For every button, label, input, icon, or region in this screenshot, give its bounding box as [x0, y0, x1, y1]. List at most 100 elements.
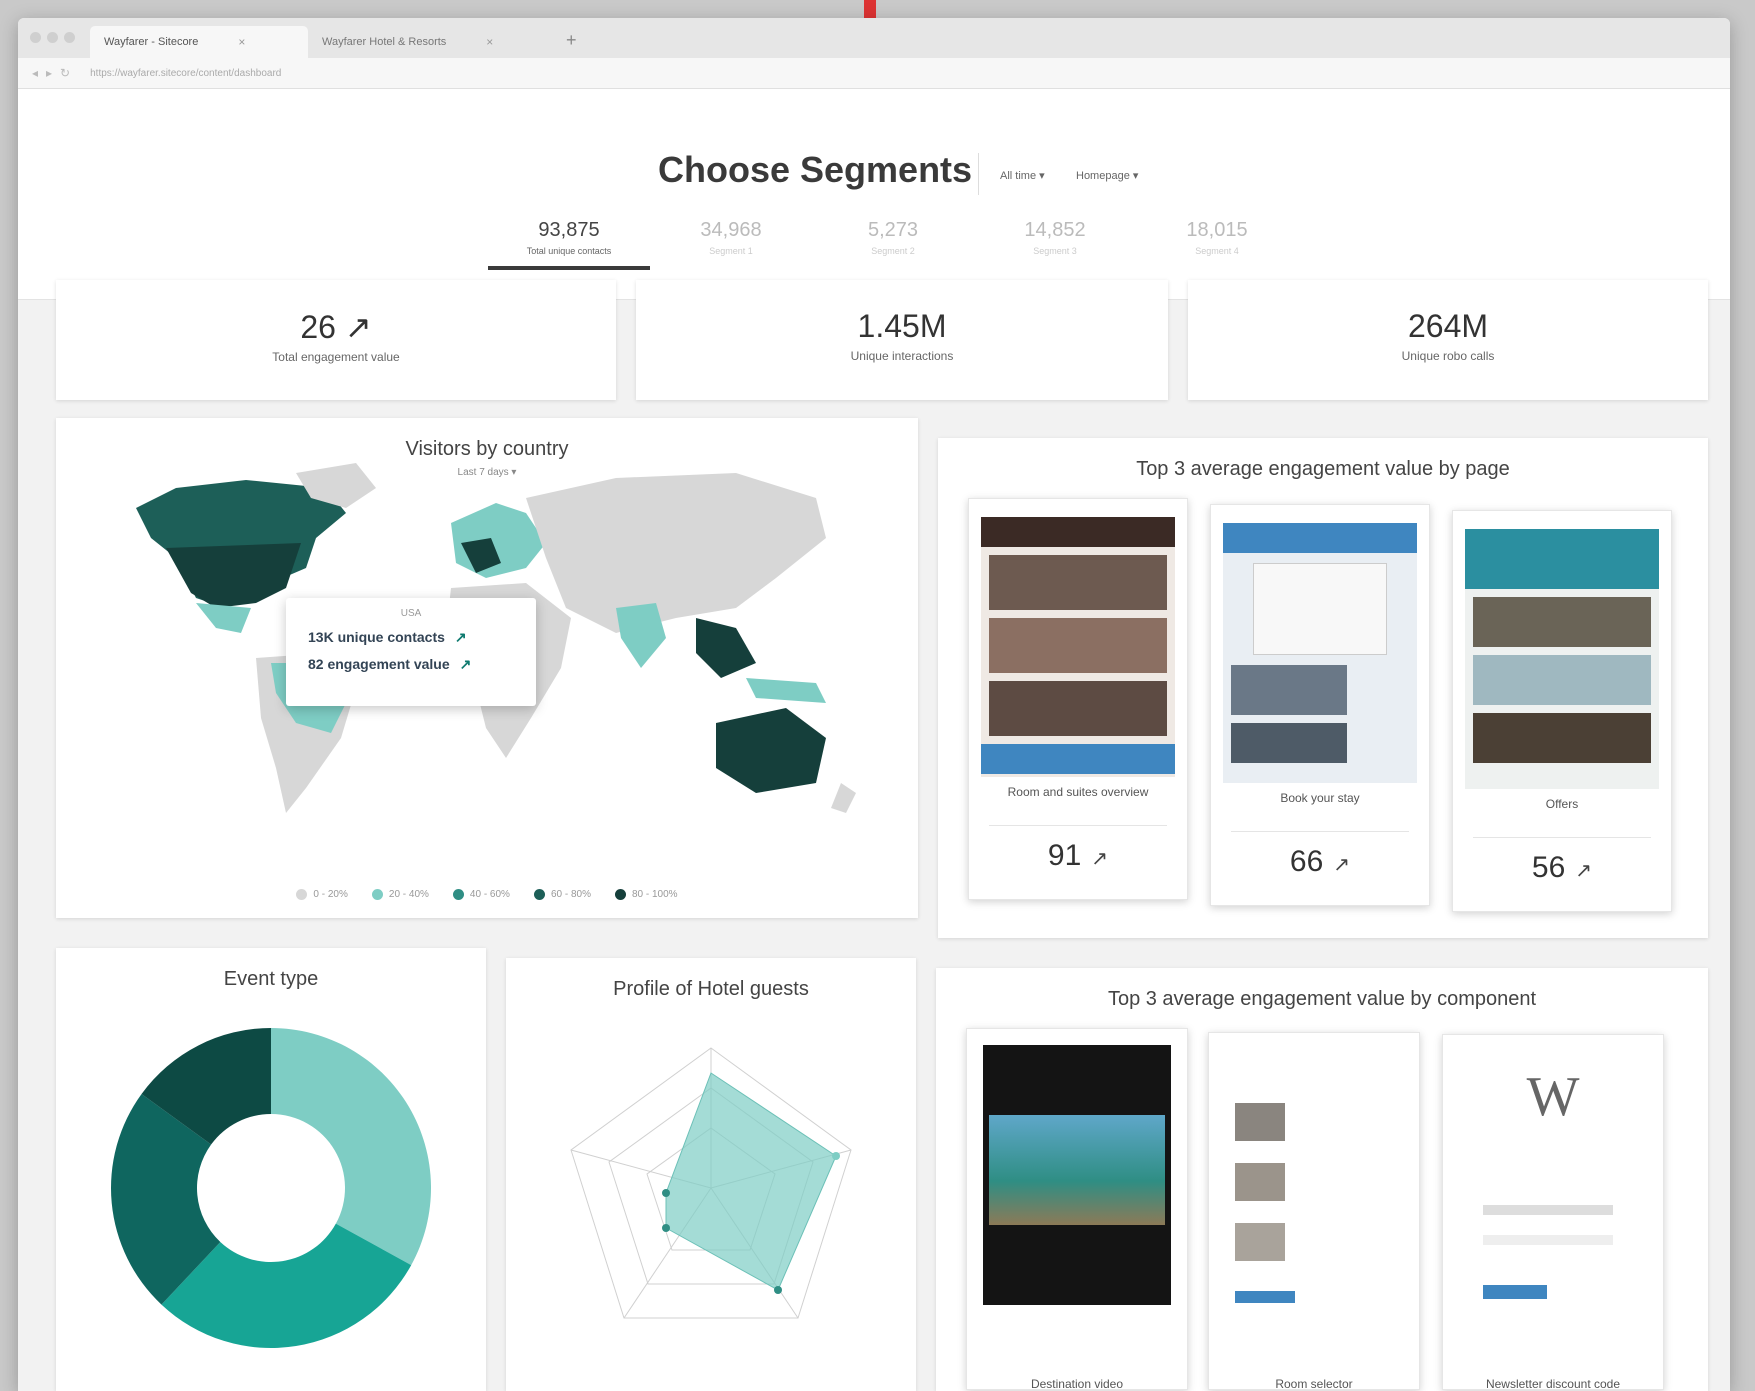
tab-bar: Wayfarer - Sitecore × Wayfarer Hotel & R… — [18, 18, 1730, 58]
page-card-offers[interactable]: Offers 56 ↗ — [1452, 510, 1672, 912]
tooltip-contacts-text: 13K unique contacts — [308, 629, 445, 645]
legend-item: 40 - 60% — [452, 888, 510, 900]
minimize-window-dot[interactable] — [47, 32, 58, 43]
new-tab-button[interactable]: + — [566, 30, 577, 51]
segment-value: 5,273 — [867, 219, 919, 241]
component-card-room-selector[interactable]: Room selector — [1208, 1032, 1420, 1391]
legend-swatch — [452, 888, 464, 900]
close-icon[interactable]: × — [238, 35, 245, 49]
kpi-value: 1.45M — [857, 308, 947, 344]
legend-swatch — [533, 888, 545, 900]
asia-region — [526, 473, 826, 633]
guest-profile-radar-chart[interactable] — [506, 1028, 916, 1388]
india-region — [616, 603, 666, 668]
page-card-rooms[interactable]: Room and suites overview 91 ↗ — [968, 498, 1188, 900]
country-tooltip: USA 13K unique contacts ↗ 82 engagement v… — [286, 598, 536, 706]
component-card-newsletter[interactable]: W Newsletter discount code — [1442, 1034, 1664, 1391]
maximize-window-dot[interactable] — [64, 32, 75, 43]
address-bar[interactable]: ◂▸↻ https://wayfarer.sitecore/content/da… — [18, 58, 1730, 89]
video-thumbnail — [983, 1045, 1171, 1305]
time-filter-dropdown[interactable]: All time ▾ — [1000, 169, 1045, 182]
browser-window: Wayfarer - Sitecore × Wayfarer Hotel & R… — [18, 18, 1730, 1391]
segment-tab-2[interactable]: 5,273 Segment 2 — [812, 219, 974, 270]
segment-label: Segment 3 — [1033, 246, 1077, 256]
tab-dashboard[interactable]: Wayfarer - Sitecore × — [90, 26, 308, 58]
tooltip-engagement-text: 82 engagement value — [308, 656, 450, 672]
radar-area — [665, 1072, 837, 1291]
divider — [1473, 837, 1651, 838]
radar-point — [662, 1189, 670, 1197]
australia-region — [716, 708, 826, 793]
segment-tab-3[interactable]: 14,852 Segment 3 — [974, 219, 1136, 270]
page-caption: Offers — [1545, 797, 1579, 811]
component-caption: Room selector — [1275, 1377, 1353, 1391]
page-screenshot — [981, 517, 1175, 777]
legend-item: 0 - 20% — [296, 888, 348, 900]
dashboard-header: Choose Segments All time ▾ Homepage ▾ 93… — [18, 89, 1730, 300]
divider — [1231, 831, 1409, 832]
card-title: Profile of Hotel guests — [613, 978, 809, 1000]
score-value: 66 — [1289, 845, 1324, 878]
legend-item: 20 - 40% — [371, 888, 429, 900]
segment-label: Total unique contacts — [526, 246, 612, 256]
score-value: 91 — [1047, 839, 1082, 872]
kpi-robo-calls: 264M Unique robo calls — [1188, 280, 1708, 400]
trend-up-icon: ↗ — [1091, 848, 1109, 870]
page-caption: Room and suites overview — [1007, 785, 1149, 799]
segment-tab-4[interactable]: 18,015 Segment 4 — [1136, 219, 1298, 270]
visitors-by-country-card: Visitors by country Last 7 days ▾ USA 13… — [56, 418, 918, 918]
radar-point — [662, 1224, 670, 1232]
legend-swatch — [371, 888, 383, 900]
usa-region — [166, 543, 301, 608]
event-type-donut-chart[interactable] — [56, 1018, 486, 1391]
score-value: 56 — [1531, 851, 1566, 884]
legend-swatch — [296, 888, 308, 900]
page-card-book[interactable]: Book your stay 66 ↗ — [1210, 504, 1430, 906]
trend-up-icon: ↗ — [1333, 854, 1351, 876]
divider — [978, 153, 979, 195]
trend-up-icon: ↗ — [454, 629, 467, 645]
segment-value: 34,968 — [700, 219, 762, 241]
kpi-interactions: 1.45M Unique interactions — [636, 280, 1168, 400]
legend-label: 40 - 60% — [469, 889, 510, 900]
page-screenshot — [1465, 529, 1659, 789]
page-filter-dropdown[interactable]: Homepage ▾ — [1076, 169, 1138, 182]
nav-arrows-icon[interactable]: ◂▸↻ — [32, 66, 78, 80]
tooltip-engagement: 82 engagement value ↗ — [308, 656, 536, 673]
tab-label: Wayfarer - Sitecore — [104, 36, 199, 48]
url-text: https://wayfarer.sitecore/content/dashbo… — [90, 67, 282, 79]
indonesia-region — [746, 678, 826, 703]
segment-tab-1[interactable]: 34,968 Segment 1 — [650, 219, 812, 270]
legend-label: 60 - 80% — [550, 889, 591, 900]
page-score: 66 ↗ — [1211, 845, 1429, 879]
kpi-value: 264M — [1407, 308, 1489, 344]
close-window-dot[interactable] — [30, 32, 41, 43]
page-title: Choose Segments — [658, 149, 973, 190]
legend-item: 80 - 100% — [614, 888, 678, 900]
card-title: Event type — [223, 968, 319, 990]
kpi-label: Unique robo calls — [1401, 349, 1495, 363]
page-score: 91 ↗ — [969, 839, 1187, 873]
segment-label: Segment 4 — [1195, 246, 1239, 256]
close-icon[interactable]: × — [486, 35, 493, 49]
component-caption: Newsletter discount code — [1485, 1377, 1621, 1391]
kpi-value: 26 ↗ — [300, 309, 372, 345]
segment-value: 18,015 — [1186, 219, 1248, 241]
donut-slice[interactable] — [271, 1028, 432, 1266]
segment-tab-total[interactable]: 93,875 Total unique contacts — [488, 219, 650, 270]
window-controls — [30, 32, 75, 43]
tab-hotel[interactable]: Wayfarer Hotel & Resorts × — [308, 26, 536, 58]
segment-tabs: 93,875 Total unique contacts 34,968 Segm… — [488, 219, 1298, 270]
page-screenshot — [1223, 523, 1417, 783]
divider — [989, 825, 1167, 826]
segment-label: Segment 1 — [709, 246, 753, 256]
card-title: Top 3 average engagement value by page — [1136, 458, 1510, 480]
trend-up-icon: ↗ — [459, 656, 472, 672]
event-type-card: Event type — [56, 948, 486, 1391]
segment-value: 14,852 — [1024, 219, 1086, 241]
legend-label: 80 - 100% — [631, 889, 678, 900]
southeast-asia-region — [696, 618, 756, 678]
guest-profile-card: Profile of Hotel guests — [506, 958, 916, 1391]
component-card-video[interactable]: Destination video — [966, 1028, 1188, 1391]
map-legend: 0 - 20% 20 - 40% 40 - 60% 60 - 80% 80 - … — [56, 888, 918, 900]
